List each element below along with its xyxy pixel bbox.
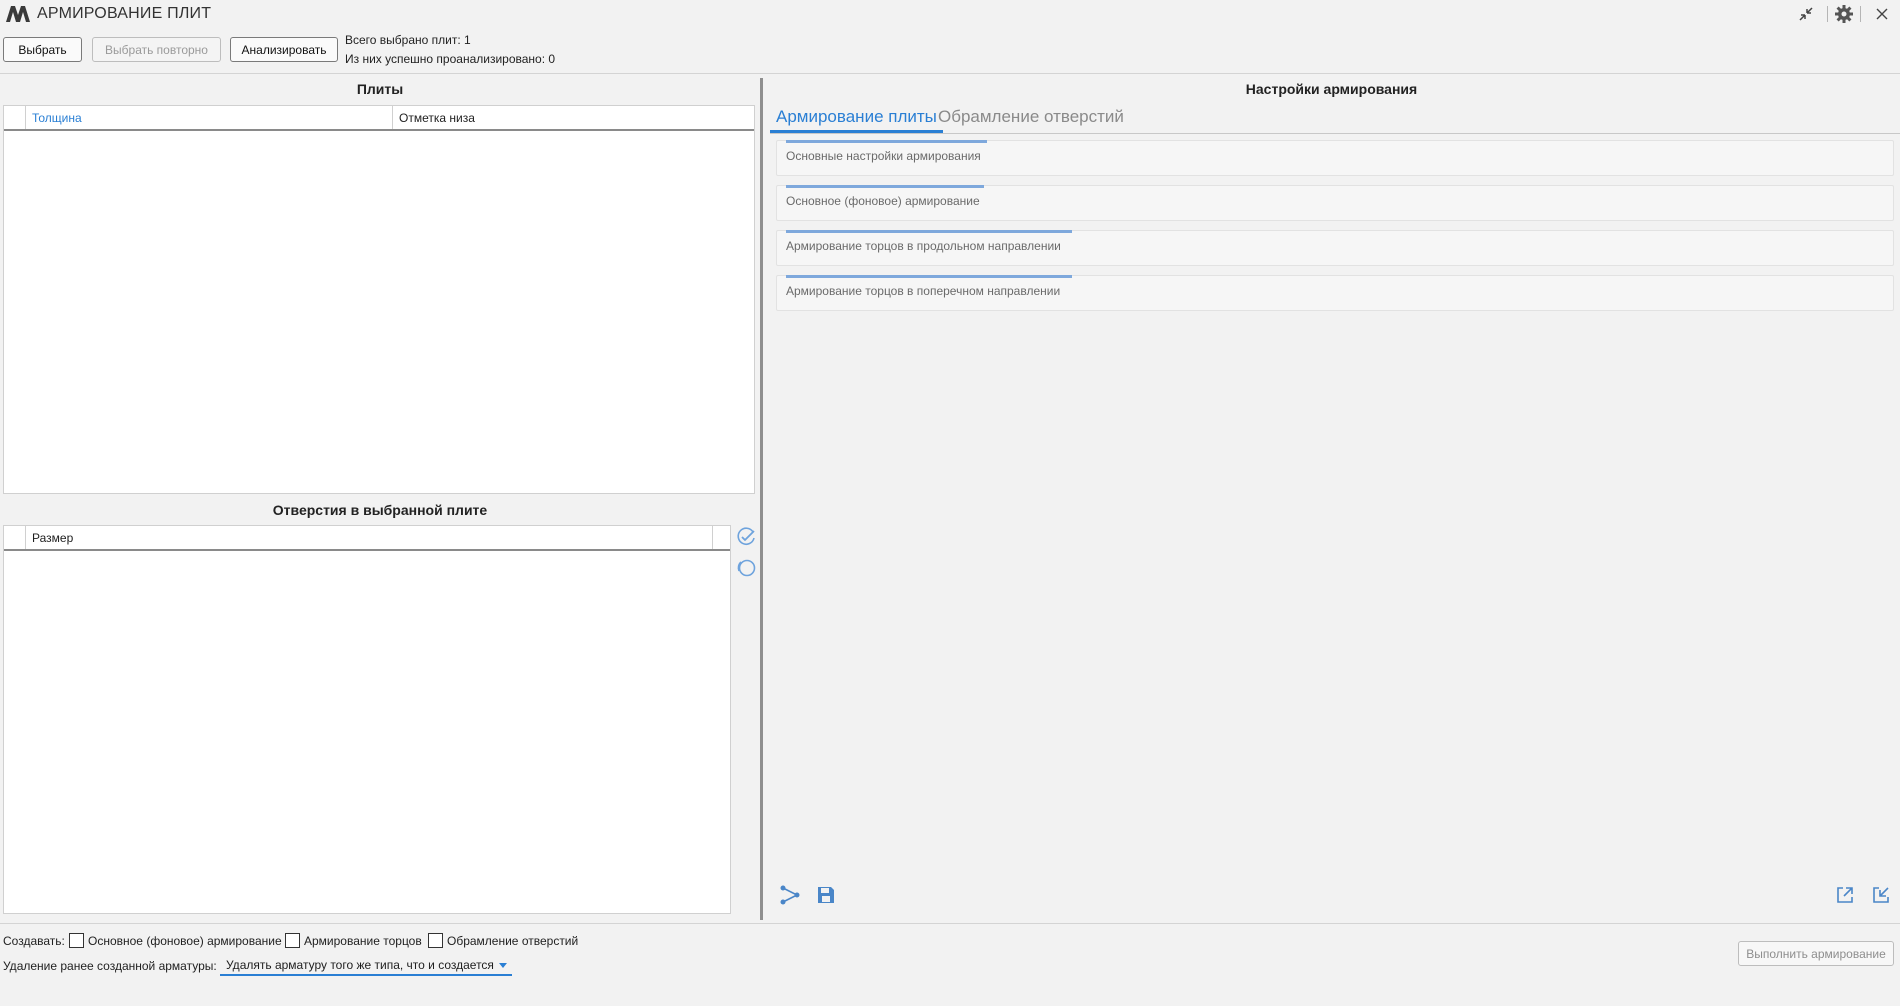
- column-size[interactable]: Размер: [26, 526, 713, 549]
- delete-mode-select[interactable]: Удалять арматуру того же типа, что и соз…: [220, 955, 512, 976]
- import-icon[interactable]: [1868, 882, 1894, 908]
- checkbox-label: Армирование торцов: [304, 934, 422, 948]
- column-bottom-mark[interactable]: Отметка низа: [393, 106, 756, 129]
- section-main-settings[interactable]: Основные настройки армирования: [776, 140, 1894, 176]
- check-all-icon[interactable]: [734, 525, 758, 549]
- section-indicator: [786, 275, 1072, 278]
- section-label: Армирование торцов в продольном направле…: [786, 239, 1061, 253]
- gear-icon[interactable]: [1833, 3, 1855, 25]
- toolbar-divider: [0, 73, 1900, 74]
- section-label: Армирование торцов в поперечном направле…: [786, 284, 1061, 298]
- titlebar-separator: [1860, 6, 1861, 22]
- total-selected-text: Всего выбрано плит: 1: [345, 33, 471, 47]
- export-icon[interactable]: [1832, 882, 1858, 908]
- checkbox-label: Обрамление отверстий: [447, 934, 579, 948]
- delete-mode-value: Удалять арматуру того же типа, что и соз…: [226, 958, 494, 972]
- delete-label: Удаление ранее созданной арматуры:: [3, 959, 217, 973]
- create-label: Создавать:: [3, 934, 65, 948]
- titlebar-separator: [1827, 6, 1828, 22]
- collapse-icon[interactable]: [1795, 3, 1817, 25]
- close-icon[interactable]: [1871, 3, 1893, 25]
- openings-title: Отверстия в выбранной плите: [272, 502, 488, 518]
- checkbox-end-reinforcement[interactable]: [285, 933, 300, 948]
- openings-table[interactable]: Размер: [3, 525, 731, 914]
- section-longitudinal-ends[interactable]: Армирование торцов в продольном направле…: [776, 230, 1894, 266]
- plates-title: Плиты: [356, 81, 404, 97]
- run-reinforcement-button[interactable]: Выполнить армирование: [1738, 941, 1894, 966]
- analyze-button[interactable]: Анализировать: [230, 37, 338, 62]
- section-transverse-ends[interactable]: Армирование торцов в поперечном направле…: [776, 275, 1894, 311]
- logo-icon: [6, 6, 30, 22]
- checkbox-label: Основное (фоновое) армирование: [88, 934, 282, 948]
- tab-opening-framing[interactable]: Обрамление отверстий: [932, 107, 1130, 133]
- chevron-down-icon: [499, 963, 507, 968]
- section-indicator: [786, 230, 1072, 233]
- section-indicator: [786, 140, 987, 143]
- column-thickness[interactable]: Толщина: [26, 106, 393, 129]
- row-header-column: [4, 526, 26, 549]
- bottom-divider: [0, 923, 1900, 924]
- section-background-reinforcement[interactable]: Основное (фоновое) армирование: [776, 185, 1894, 221]
- section-label: Основное (фоновое) армирование: [786, 194, 980, 208]
- analyzed-count-text: Из них успешно проанализировано: 0: [345, 52, 556, 66]
- title-bar: АРМИРОВАНИЕ ПЛИТ: [0, 0, 1900, 28]
- plates-table-header: Толщина Отметка низа: [4, 106, 754, 131]
- checkbox-background-reinforcement[interactable]: [69, 933, 84, 948]
- section-label: Основные настройки армирования: [786, 149, 981, 163]
- section-indicator: [786, 185, 984, 188]
- panel-splitter[interactable]: [760, 78, 763, 920]
- reselect-button[interactable]: Выбрать повторно: [92, 37, 221, 62]
- select-button[interactable]: Выбрать: [3, 37, 82, 62]
- tab-plate-reinforcement[interactable]: Армирование плиты: [770, 107, 943, 133]
- plates-table[interactable]: Толщина Отметка низа: [3, 105, 755, 494]
- share-icon[interactable]: [777, 882, 803, 908]
- openings-table-header: Размер: [4, 526, 730, 551]
- checkbox-opening-framing[interactable]: [428, 933, 443, 948]
- settings-title: Настройки армирования: [1245, 81, 1418, 97]
- window-title: АРМИРОВАНИЕ ПЛИТ: [37, 5, 212, 22]
- row-header-column: [4, 106, 26, 129]
- save-icon[interactable]: [813, 882, 839, 908]
- settings-tabs: Армирование плиты Обрамление отверстий: [770, 104, 1900, 134]
- uncheck-all-icon[interactable]: [734, 556, 758, 580]
